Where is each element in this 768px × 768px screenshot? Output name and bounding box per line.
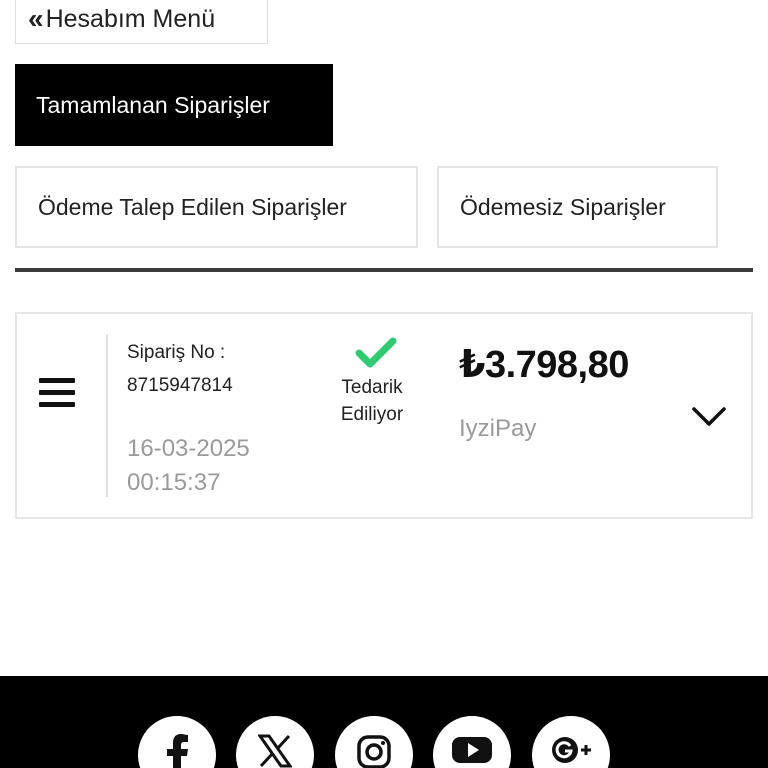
- youtube-link[interactable]: [433, 716, 511, 768]
- order-date: 16-03-2025: [127, 435, 250, 462]
- facebook-icon: [167, 734, 188, 768]
- payment-method: IyziPay: [459, 415, 537, 442]
- check-icon: [355, 337, 397, 368]
- double-chevron-left-icon: «: [28, 3, 43, 34]
- order-price: ₺3.798,80: [459, 344, 629, 386]
- tab-payment-requested-label: Ödeme Talep Edilen Siparişler: [38, 193, 347, 220]
- chevron-down-icon[interactable]: [691, 406, 727, 428]
- x-link[interactable]: [236, 716, 314, 768]
- order-status-line-2: Ediliyor: [340, 404, 404, 425]
- tab-payment-requested-orders[interactable]: Ödeme Talep Edilen Siparişler: [15, 166, 418, 248]
- footer: [0, 676, 768, 768]
- facebook-link[interactable]: [138, 716, 216, 768]
- order-time: 00:15:37: [127, 469, 221, 496]
- order-number-label: Sipariş No :: [127, 342, 226, 363]
- back-button-label: Hesabım Menü: [45, 4, 216, 33]
- instagram-icon: [357, 735, 391, 768]
- x-icon: [258, 734, 292, 768]
- google-plus-icon: [552, 737, 591, 763]
- section-divider: [15, 268, 753, 272]
- card-separator: [106, 334, 108, 497]
- tab-completed-label: Tamamlanan Siparişler: [36, 91, 270, 118]
- youtube-icon: [452, 737, 492, 763]
- order-menu-icon[interactable]: [39, 378, 75, 410]
- order-card: Sipariş No : 8715947814 16-03-2025 00:15…: [15, 312, 753, 519]
- tab-completed-orders[interactable]: Tamamlanan Siparişler: [15, 64, 333, 146]
- google-plus-link[interactable]: [532, 716, 610, 768]
- order-status: Tedarik Ediliyor: [322, 374, 422, 428]
- tab-unpaid-orders[interactable]: Ödemesiz Siparişler: [437, 166, 718, 248]
- order-datetime: 16-03-2025 00:15:37: [127, 432, 250, 500]
- order-number: 8715947814: [127, 375, 233, 396]
- instagram-link[interactable]: [335, 716, 413, 768]
- tab-unpaid-label: Ödemesiz Siparişler: [460, 193, 666, 220]
- order-status-line-1: Tedarik: [341, 377, 403, 398]
- back-to-account-menu-button[interactable]: « Hesabım Menü: [15, 0, 268, 44]
